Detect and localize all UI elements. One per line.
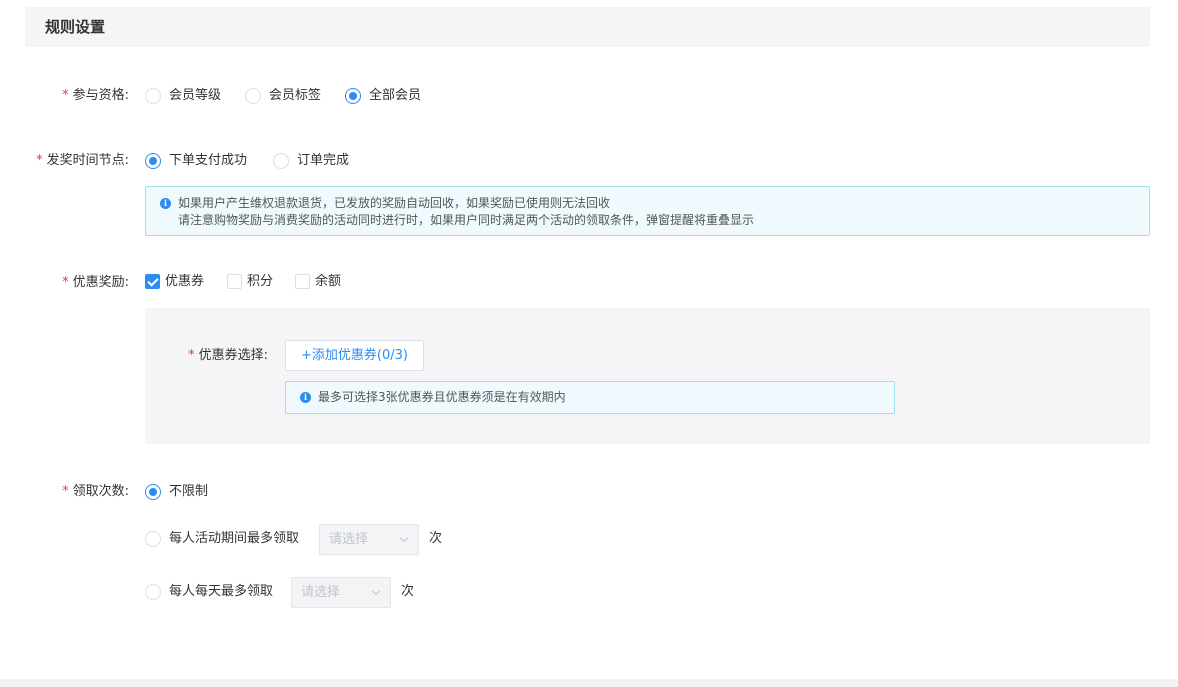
coupon-label-row: * 优惠券选择: (0, 344, 268, 368)
required-mark: * (62, 484, 69, 499)
chevron-down-icon (371, 586, 381, 596)
required-mark: * (62, 88, 69, 103)
required-mark: * (36, 153, 43, 168)
eligibility-label-row: * 参与资格: (0, 84, 129, 108)
chevron-down-icon (399, 533, 409, 543)
per-day-unit: 次 (401, 584, 415, 599)
section-title: 规则设置 (45, 18, 106, 36)
award-time-label: * 发奖时间节点: (36, 153, 129, 168)
radio-icon[interactable] (273, 153, 289, 169)
footer-bar (0, 679, 1178, 687)
radio-icon[interactable] (145, 88, 161, 104)
rewards-label-row: * 优惠奖励: (0, 271, 129, 295)
checkbox-checked-icon[interactable] (145, 274, 160, 289)
per-activity-unit: 次 (429, 531, 443, 546)
required-mark: * (62, 275, 69, 290)
add-coupon-button[interactable]: +添加优惠券(0/3) (285, 340, 424, 371)
claim-times-label-row: * 领取次数: (0, 480, 129, 504)
notice-line: 请注意购物奖励与消费奖励的活动同时进行时，如果用户同时满足两个活动的领取条件，弹… (178, 213, 755, 227)
per-day-select[interactable]: 请选择 (291, 577, 391, 608)
select-placeholder: 请选择 (301, 585, 341, 600)
checkbox-icon[interactable] (227, 274, 242, 289)
coupon-panel (145, 308, 1150, 444)
per-activity-select[interactable]: 请选择 (319, 524, 419, 555)
award-time-notice: i 如果用户产生维权退款退货，已发放的奖励自动回收，如果奖励已使用则无法回收 请… (145, 186, 1150, 236)
info-icon: i (160, 198, 171, 209)
notice-line: 如果用户产生维权退款退货，已发放的奖励自动回收，如果奖励已使用则无法回收 (178, 196, 611, 210)
select-placeholder: 请选择 (329, 532, 369, 547)
checkbox-icon[interactable] (295, 274, 310, 289)
radio-icon[interactable] (145, 584, 161, 600)
claim-times-label: * 领取次数: (62, 484, 129, 499)
radio-icon[interactable] (245, 88, 261, 104)
notice-line: 最多可选择3张优惠券且优惠券须是在有效期内 (318, 390, 566, 404)
info-icon: i (300, 392, 311, 403)
award-time-label-row: * 发奖时间节点: (0, 149, 129, 173)
radio-selected-icon[interactable] (345, 88, 361, 104)
rewards-label: * 优惠奖励: (62, 275, 129, 290)
radio-selected-icon[interactable] (145, 153, 161, 169)
radio-icon[interactable] (145, 531, 161, 547)
eligibility-label: * 参与资格: (62, 88, 129, 103)
radio-selected-icon[interactable] (145, 484, 161, 500)
section-header: 规则设置 (25, 7, 1150, 47)
required-mark: * (188, 348, 195, 363)
coupon-select-label: * 优惠券选择: (188, 348, 268, 363)
coupon-notice: i 最多可选择3张优惠券且优惠券须是在有效期内 (285, 381, 895, 414)
